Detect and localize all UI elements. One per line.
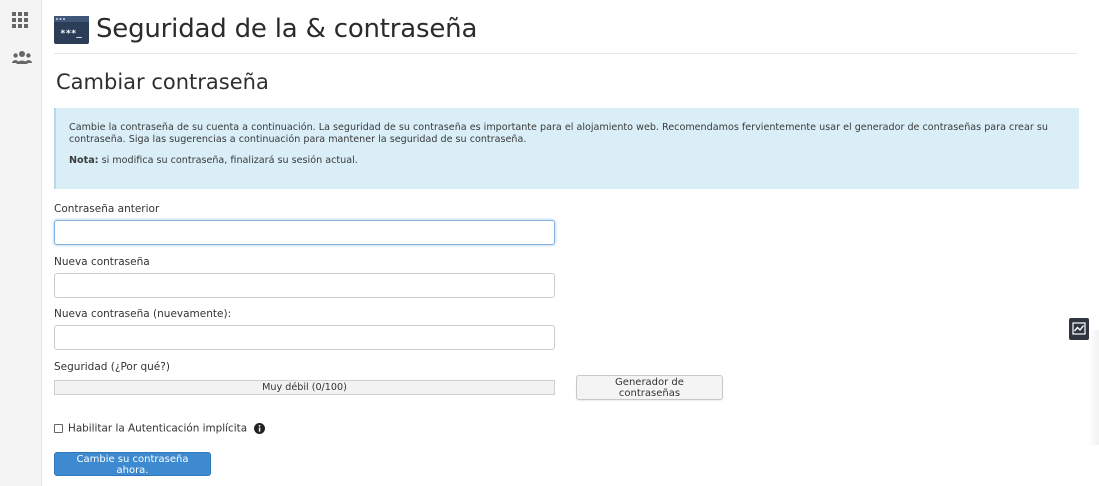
- alert-note: Nota: si modifica su contraseña, finaliz…: [69, 155, 1067, 167]
- strength-text: Muy débil (0/100): [262, 382, 347, 393]
- password-generator-button[interactable]: Generador de contraseñas: [576, 375, 723, 400]
- page-header: ***_ Seguridad de la & contraseña: [54, 12, 1077, 54]
- apps-grid-icon[interactable]: [12, 12, 28, 32]
- statistics-chart-icon[interactable]: [1069, 318, 1089, 344]
- old-password-input[interactable]: [54, 220, 555, 245]
- new-password-input[interactable]: [54, 273, 555, 298]
- digest-auth-checkbox[interactable]: [54, 424, 63, 433]
- users-icon[interactable]: [12, 50, 32, 70]
- strength-label[interactable]: Seguridad (¿Por qué?): [54, 361, 170, 373]
- note-label: Nota:: [69, 155, 99, 166]
- note-text: si modifica su contraseña, finalizará su…: [98, 155, 358, 166]
- digest-auth-row: Habilitar la Autenticación implícita: [54, 418, 266, 435]
- new-password-label: Nueva contraseña: [54, 256, 150, 268]
- right-panel-edge: [1088, 330, 1099, 445]
- digest-auth-label[interactable]: Habilitar la Autenticación implícita: [68, 423, 247, 435]
- page-title: Seguridad de la & contraseña: [96, 14, 478, 44]
- svg-text:***_: ***_: [60, 29, 82, 39]
- left-sidebar: [0, 0, 42, 486]
- alert-text: Cambie la contraseña de su cuenta a cont…: [69, 122, 1048, 145]
- password-strength-meter: Muy débil (0/100): [54, 380, 555, 395]
- confirm-password-label: Nueva contraseña (nuevamente):: [54, 308, 232, 320]
- main-content: ***_ Seguridad de la & contraseña Cambia…: [54, 0, 1079, 486]
- info-icon[interactable]: [254, 419, 266, 438]
- info-alert: Cambie la contraseña de su cuenta a cont…: [54, 108, 1079, 189]
- section-title: Cambiar contraseña: [56, 70, 269, 94]
- old-password-label: Contraseña anterior: [54, 203, 160, 215]
- password-security-icon: ***_: [54, 16, 89, 48]
- confirm-password-input[interactable]: [54, 325, 555, 350]
- change-password-button[interactable]: Cambie su contraseña ahora.: [54, 452, 211, 476]
